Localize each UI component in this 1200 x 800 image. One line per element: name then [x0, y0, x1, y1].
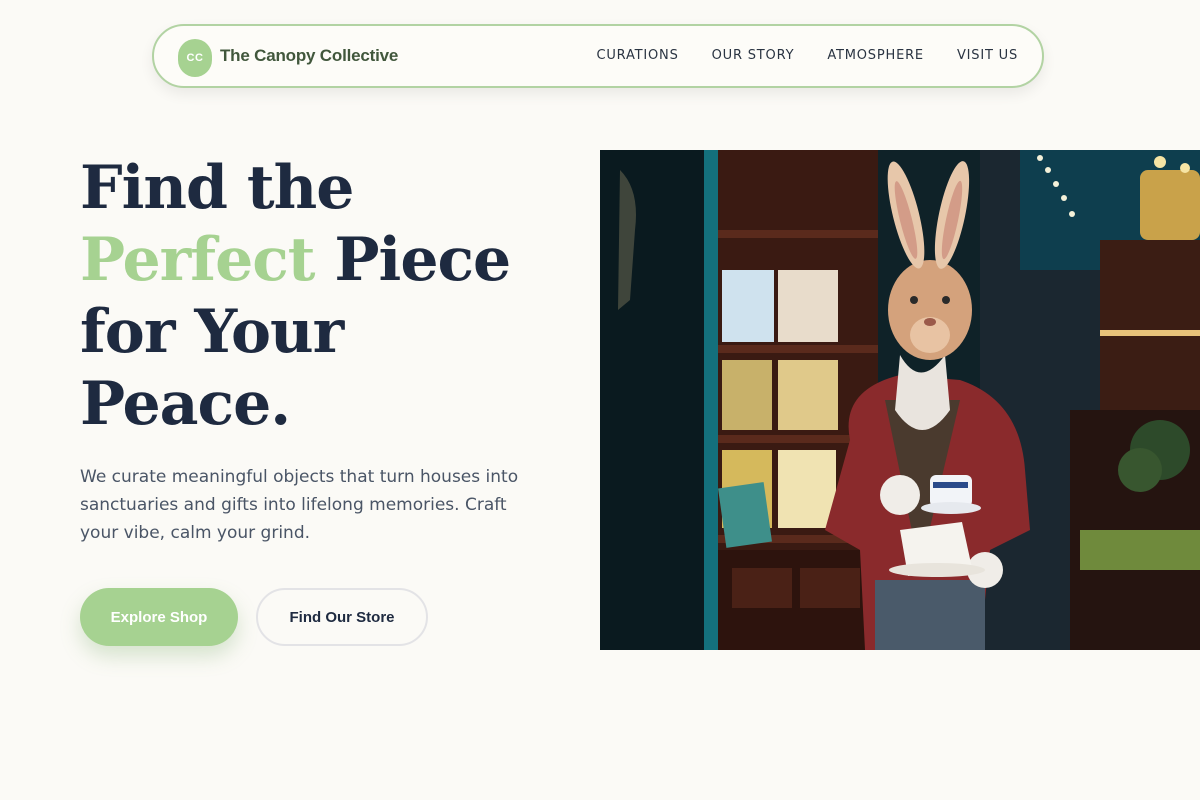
hero-headline: Find the Perfect Piece for Your Peace. — [80, 152, 511, 440]
nav-links: CURATIONS OUR STORY ATMOSPHERE VISIT US — [596, 48, 1018, 63]
find-our-store-button[interactable]: Find Our Store — [256, 588, 428, 646]
headline-line-2-rest: Piece — [314, 225, 511, 295]
explore-shop-button[interactable]: Explore Shop — [80, 588, 238, 646]
headline-line-4: Peace. — [80, 369, 291, 439]
top-navigation: CC The Canopy Collective CURATIONS OUR S… — [152, 24, 1044, 88]
hero-subtext: We curate meaningful objects that turn h… — [80, 467, 519, 543]
logo-badge[interactable]: CC — [178, 39, 212, 77]
rabbit-figure-shop-illustration — [600, 150, 1200, 650]
nav-link-visit-us[interactable]: VISIT US — [957, 48, 1018, 63]
nav-link-atmosphere[interactable]: ATMOSPHERE — [827, 48, 924, 63]
headline-line-3: for Your — [80, 297, 344, 367]
headline-line-1: Find the — [80, 153, 354, 223]
hero-shop-photo — [600, 150, 1200, 650]
nav-link-our-story[interactable]: OUR STORY — [712, 48, 795, 63]
nav-link-curations[interactable]: CURATIONS — [596, 48, 678, 63]
headline-accent-word: Perfect — [80, 225, 316, 295]
brand-name[interactable]: The Canopy Collective — [220, 46, 398, 66]
